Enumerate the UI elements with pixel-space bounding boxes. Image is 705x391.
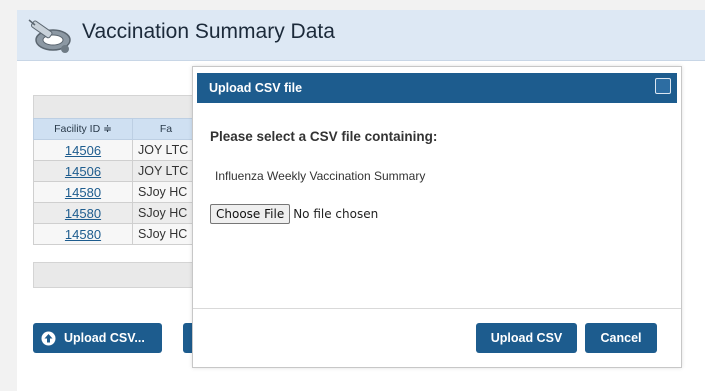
up-arrow-circle-icon xyxy=(41,331,56,346)
facility-name-cell: SJoy HC xyxy=(132,181,195,203)
facility-grid: Facility ID ≑ Fa 14506 JOY LTC 14506 JOY… xyxy=(33,118,195,245)
table-row: 14506 JOY LTC xyxy=(33,139,195,161)
facility-name-cell: SJoy HC xyxy=(132,202,195,224)
syringe-stethoscope-icon xyxy=(28,19,71,53)
file-status-text: No file chosen xyxy=(293,207,379,221)
cancel-button[interactable]: Cancel xyxy=(585,323,657,353)
upload-csv-button[interactable]: Upload CSV... xyxy=(33,323,162,353)
table-row: 14580 SJoy HC xyxy=(33,223,195,245)
grid-footer xyxy=(33,262,207,288)
facility-name-cell: SJoy HC xyxy=(132,223,195,245)
dialog-prompt: Please select a CSV file containing: xyxy=(210,129,438,144)
file-input: Choose File No file chosen xyxy=(210,204,378,226)
dialog-divider xyxy=(193,308,681,309)
dialog-titlebar[interactable]: Upload CSV file xyxy=(197,73,677,103)
upload-csv-submit-button[interactable]: Upload CSV xyxy=(476,323,577,353)
close-icon[interactable] xyxy=(655,78,671,94)
column-header-facility-name[interactable]: Fa xyxy=(132,118,195,140)
choose-file-button[interactable]: Choose File xyxy=(210,204,291,224)
facility-id-link[interactable]: 14580 xyxy=(65,185,101,200)
column-header-facility-id[interactable]: Facility ID ≑ xyxy=(33,118,133,140)
facility-id-link[interactable]: 14580 xyxy=(65,227,101,242)
summary-type-label: Influenza Weekly Vaccination Summary xyxy=(215,169,426,183)
page-header: Vaccination Summary Data xyxy=(17,10,705,61)
facility-id-link[interactable]: 14580 xyxy=(65,206,101,221)
facility-id-link[interactable]: 14506 xyxy=(65,164,101,179)
page-title: Vaccination Summary Data xyxy=(82,20,335,43)
facility-name-cell: JOY LTC xyxy=(132,160,195,182)
grid-toolbar xyxy=(33,95,207,119)
upload-csv-button-label: Upload CSV... xyxy=(64,331,145,345)
facility-name-cell: JOY LTC xyxy=(132,139,195,161)
upload-csv-dialog: Upload CSV file Please select a CSV file… xyxy=(192,66,682,368)
table-row: 14506 JOY LTC xyxy=(33,160,195,182)
facility-id-link[interactable]: 14506 xyxy=(65,143,101,158)
table-row: 14580 SJoy HC xyxy=(33,181,195,203)
dialog-title: Upload CSV file xyxy=(209,81,303,95)
table-row: 14580 SJoy HC xyxy=(33,202,195,224)
